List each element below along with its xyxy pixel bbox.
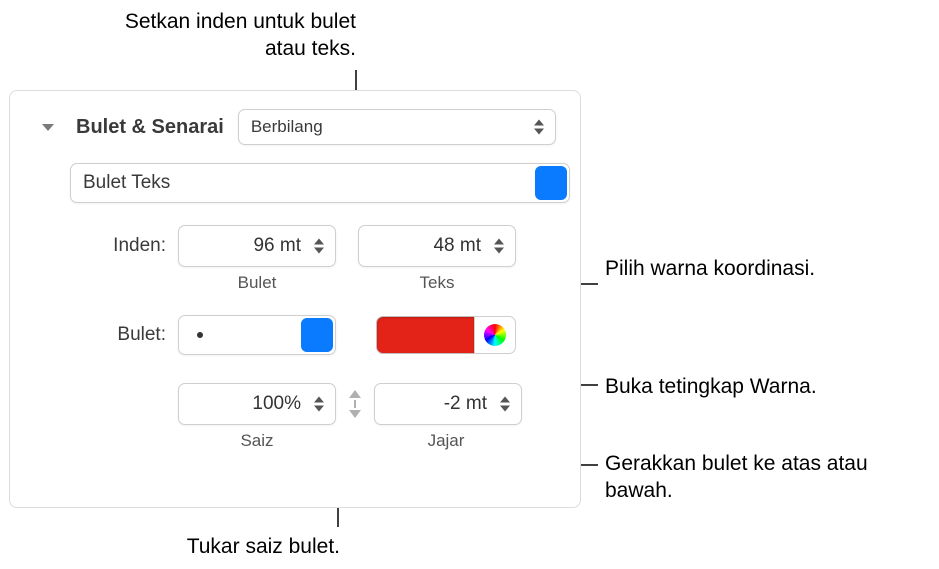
bullet-color-group: [376, 316, 516, 354]
callout-color-swatch: Pilih warna koordinasi.: [605, 255, 905, 282]
align-stepper[interactable]: -2 mt: [374, 383, 522, 425]
callout-size: Tukar saiz bulet.: [100, 533, 340, 560]
indent-bullet-value: 96 mt: [253, 235, 301, 257]
stepper-arrows-icon: [309, 397, 329, 412]
disclosure-triangle-icon[interactable]: [42, 124, 54, 131]
section-header-row: Bulet & Senarai Berbilang: [70, 109, 556, 145]
bullet-row: Bulet:: [70, 315, 556, 355]
chevron-up-down-icon: [301, 318, 333, 352]
indent-row: Inden: 96 mt 48 mt: [70, 225, 556, 267]
size-caption: Saiz: [178, 431, 336, 451]
indent-label: Inden:: [70, 235, 178, 257]
callout-indent: Setkan inden untuk bulet atau teks.: [106, 8, 356, 63]
indent-bullet-caption: Bulet: [178, 273, 336, 293]
size-align-row: 100% -2 mt: [70, 383, 556, 425]
indent-text-caption: Teks: [358, 273, 516, 293]
bullets-lists-panel: Bulet & Senarai Berbilang Bulet Teks Ind…: [9, 90, 581, 508]
vertical-align-icon: [340, 390, 370, 418]
size-align-captions: Saiz Jajar: [178, 431, 556, 451]
chevron-up-down-icon: [535, 166, 567, 200]
align-caption: Jajar: [372, 431, 520, 451]
stepper-arrows-icon: [489, 239, 509, 254]
indent-text-stepper[interactable]: 48 mt: [358, 225, 516, 267]
align-value: -2 mt: [444, 393, 487, 415]
bullet-label: Bulet:: [70, 324, 178, 346]
bullet-type-select[interactable]: Bulet Teks: [70, 163, 570, 203]
open-color-window-button[interactable]: [474, 316, 516, 354]
size-stepper[interactable]: 100%: [178, 383, 336, 425]
stepper-arrows-icon: [495, 397, 515, 412]
bullet-color-swatch[interactable]: [376, 316, 474, 354]
stepper-arrows-icon: [309, 239, 329, 254]
bullet-dot-icon: [197, 332, 203, 338]
section-title: Bulet & Senarai: [76, 116, 224, 139]
callout-align: Gerakkan bulet ke atas atau bawah.: [605, 450, 905, 505]
callout-color-window: Buka tetingkap Warna.: [605, 373, 935, 400]
chevron-up-down-icon: [529, 120, 549, 135]
bullet-type-value: Bulet Teks: [83, 172, 170, 194]
list-style-value: Berbilang: [251, 117, 323, 137]
indent-bullet-stepper[interactable]: 96 mt: [178, 225, 336, 267]
bullet-glyph-select[interactable]: [178, 315, 336, 355]
indent-text-value: 48 mt: [433, 235, 481, 257]
color-wheel-icon: [484, 324, 506, 346]
indent-captions: Bulet Teks: [178, 273, 556, 293]
size-value: 100%: [252, 393, 301, 415]
list-style-select[interactable]: Berbilang: [238, 109, 556, 145]
